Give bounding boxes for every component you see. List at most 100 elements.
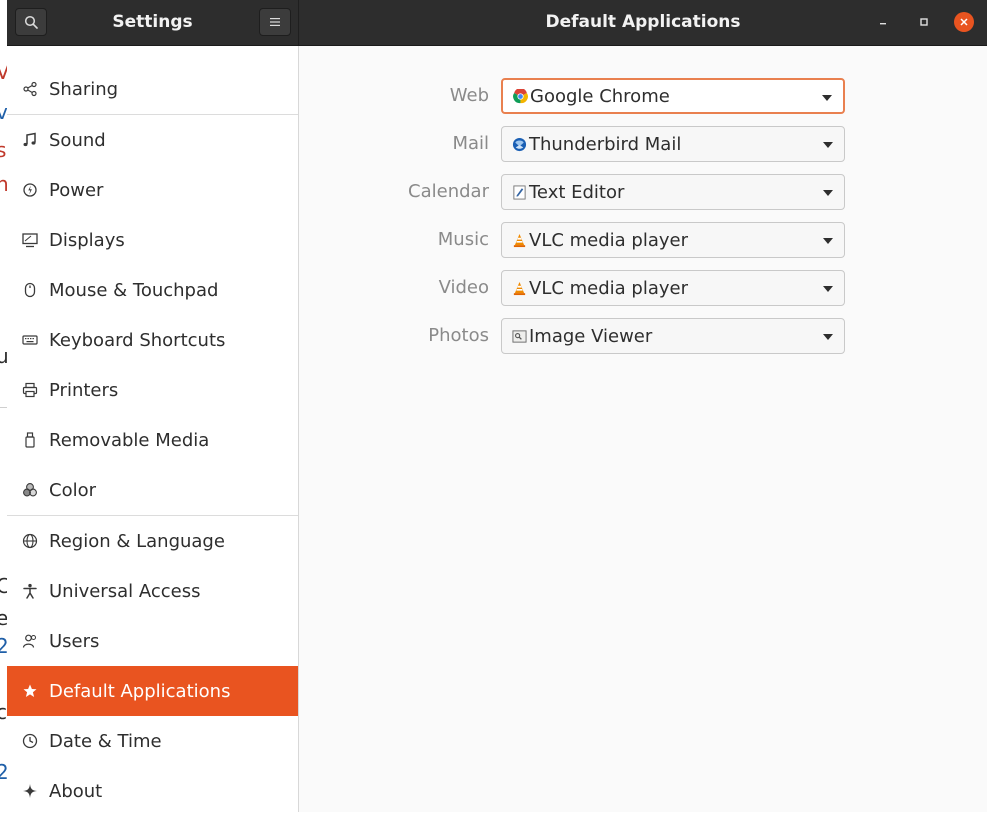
keyboard-icon — [21, 331, 39, 349]
color-circles-icon — [21, 481, 39, 499]
sidebar-item-region-language[interactable]: Region & Language — [7, 516, 298, 566]
row-label: Calendar — [408, 181, 489, 202]
sidebar-item-label: Default Applications — [49, 680, 231, 702]
sidebar-item-label: Users — [49, 630, 100, 652]
chevron-down-icon — [823, 334, 833, 340]
clock-icon — [21, 732, 39, 750]
default-app-row-video: Video VLC media player — [299, 270, 987, 306]
sidebar-item-label: Universal Access — [49, 580, 201, 602]
sidebar-item-about[interactable]: About — [7, 766, 298, 816]
sidebar-item-displays[interactable]: Displays — [7, 215, 298, 265]
sidebar-item-removable-media[interactable]: Removable Media — [7, 415, 298, 465]
mail-app-dropdown[interactable]: Thunderbird Mail — [501, 126, 845, 162]
background-text: s — [0, 138, 7, 162]
sidebar-item-label: Sharing — [49, 78, 119, 100]
sidebar-item-label: Power — [49, 179, 104, 201]
settings-window: Settings Default Applications Sharing So… — [7, 0, 987, 812]
sidebar-item-label: Sound — [49, 129, 106, 151]
selected-app: Image Viewer — [529, 325, 653, 347]
chevron-down-icon — [822, 95, 832, 101]
music-note-icon — [21, 131, 39, 149]
minimize-button[interactable] — [873, 12, 893, 32]
sidebar-item-users[interactable]: Users — [7, 616, 298, 666]
default-app-row-calendar: Calendar Text Editor — [299, 174, 987, 210]
sidebar-title: Settings — [112, 12, 193, 32]
background-text: 2 — [0, 634, 7, 658]
background-text: n — [0, 172, 7, 196]
default-app-row-music: Music VLC media player — [299, 222, 987, 258]
calendar-app-dropdown[interactable]: Text Editor — [501, 174, 845, 210]
maximize-icon — [920, 18, 928, 26]
image-viewer-icon — [511, 328, 527, 344]
accessibility-icon — [21, 582, 39, 600]
background-divider — [0, 407, 7, 408]
text-editor-icon — [511, 184, 527, 200]
background-text: c — [0, 700, 7, 724]
web-app-dropdown[interactable]: Google Chrome — [501, 78, 845, 114]
background-text: v — [0, 100, 7, 124]
close-button[interactable] — [954, 12, 974, 32]
video-app-dropdown[interactable]: VLC media player — [501, 270, 845, 306]
sidebar-item-keyboard-shortcuts[interactable]: Keyboard Shortcuts — [7, 315, 298, 365]
music-app-dropdown[interactable]: VLC media player — [501, 222, 845, 258]
sidebar-item-date-time[interactable]: Date & Time — [7, 716, 298, 766]
sidebar-item-label: Region & Language — [49, 530, 225, 552]
selected-app: VLC media player — [529, 277, 689, 299]
sidebar-item-label: Mouse & Touchpad — [49, 279, 219, 301]
thunderbird-icon — [511, 136, 527, 152]
background-text: u — [0, 344, 7, 368]
default-app-row-web: Web Google Chrome — [299, 78, 987, 114]
header-bar: Settings Default Applications — [7, 0, 987, 46]
sidebar-item-label: Color — [49, 479, 96, 501]
primary-menu-button[interactable] — [259, 8, 291, 36]
row-label: Photos — [428, 325, 489, 346]
chevron-down-icon — [823, 142, 833, 148]
selected-app: Google Chrome — [530, 85, 670, 107]
printer-icon — [21, 381, 39, 399]
chevron-down-icon — [823, 190, 833, 196]
background-text: e — [0, 606, 7, 630]
sidebar-item-label: Keyboard Shortcuts — [49, 329, 226, 351]
background-text: 2 — [0, 760, 7, 784]
sidebar-item-default-applications[interactable]: Default Applications — [7, 666, 298, 716]
sidebar-item-sound[interactable]: Sound — [7, 115, 298, 165]
hamburger-icon — [270, 18, 280, 26]
sidebar-item-universal-access[interactable]: Universal Access — [7, 566, 298, 616]
sidebar-item-label: Printers — [49, 379, 119, 401]
mouse-icon — [21, 281, 39, 299]
sidebar-item-sharing[interactable]: Sharing — [7, 64, 298, 114]
default-app-row-photos: Photos Image Viewer — [299, 318, 987, 354]
maximize-button[interactable] — [914, 12, 934, 32]
chevron-down-icon — [823, 238, 833, 244]
sidebar-header: Settings — [7, 0, 299, 45]
row-label: Music — [437, 229, 489, 250]
power-icon — [21, 181, 39, 199]
photos-app-dropdown[interactable]: Image Viewer — [501, 318, 845, 354]
sidebar-item-power[interactable]: Power — [7, 165, 298, 215]
background-window: V v s n u C e 2 c 2 — [0, 0, 7, 812]
vlc-icon — [511, 232, 527, 248]
sidebar-item-label: About — [49, 780, 103, 802]
row-label: Video — [438, 277, 489, 298]
row-label: Mail — [452, 133, 489, 154]
vlc-icon — [511, 280, 527, 296]
sidebar-item-color[interactable]: Color — [7, 465, 298, 515]
sidebar: Sharing Sound Power Displays Mouse & Tou… — [7, 46, 299, 812]
sidebar-item-mouse-touchpad[interactable]: Mouse & Touchpad — [7, 265, 298, 315]
usb-drive-icon — [21, 431, 39, 449]
selected-app: Text Editor — [529, 181, 625, 203]
selected-app: VLC media player — [529, 229, 689, 251]
share-icon — [21, 80, 39, 98]
users-icon — [21, 632, 39, 650]
display-icon — [21, 231, 39, 249]
star-icon — [21, 682, 39, 700]
sidebar-item-label: Date & Time — [49, 730, 162, 752]
globe-icon — [21, 532, 39, 550]
background-text: V — [0, 60, 7, 84]
default-app-row-mail: Mail Thunderbird Mail — [299, 126, 987, 162]
sidebar-item-label: Removable Media — [49, 429, 210, 451]
sidebar-item-printers[interactable]: Printers — [7, 365, 298, 415]
row-label: Web — [449, 85, 489, 106]
chevron-down-icon — [823, 286, 833, 292]
chrome-icon — [512, 88, 528, 104]
